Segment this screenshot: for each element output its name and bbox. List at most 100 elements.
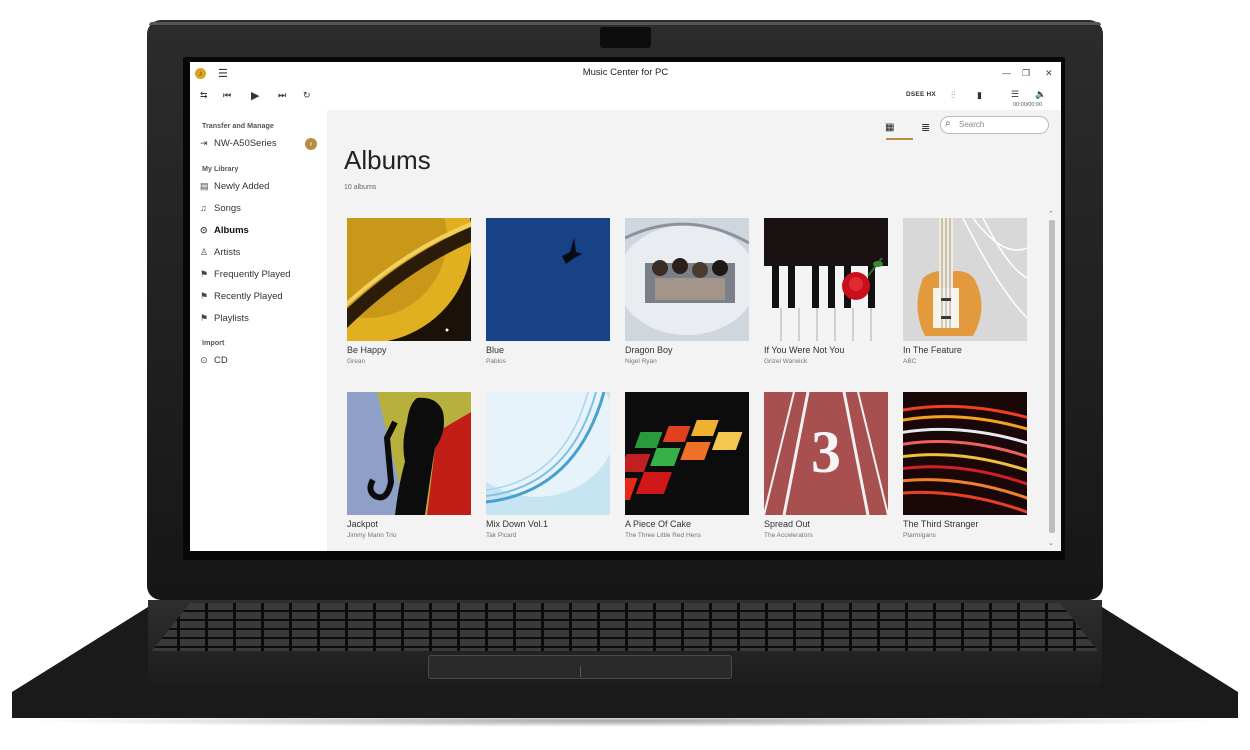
sidebar-item-label: Artists <box>214 247 241 258</box>
album-artist: Jimmy Mann Trio <box>347 532 397 539</box>
restore-icon[interactable]: ❐ <box>1022 68 1030 79</box>
album-card[interactable]: Mix Down Vol.1 Tak Picard <box>486 392 610 539</box>
sidebar-item-albums[interactable]: ⊙ Albums <box>200 225 249 239</box>
time-display: 00:00/00:00 <box>1013 102 1043 108</box>
sidebar-item-frequently-played[interactable]: ⚑ Frequently Played <box>200 269 291 283</box>
flag-icon: ⚑ <box>200 291 209 301</box>
album-icon: ⊙ <box>200 225 208 235</box>
album-art-bird[interactable] <box>486 218 610 341</box>
sidebar-item-recently-played[interactable]: ⚑ Recently Played <box>200 291 283 305</box>
lid-highlight <box>149 22 1101 25</box>
album-card[interactable]: Be Happy Grean <box>347 218 471 365</box>
sidebar-item-songs[interactable]: ♫ Songs <box>200 203 241 217</box>
app-window: ♪ ☰ Music Center for PC — ❐ ✕ ⇆ ⏮ ▶ ⏭ ↻ … <box>190 62 1061 551</box>
sidebar-item-cd[interactable]: ⊙ CD <box>200 355 228 369</box>
album-title: The Third Stranger <box>903 519 979 529</box>
device-icon[interactable]: ▮ <box>977 90 982 101</box>
search-input[interactable]: ⌕ Search <box>940 116 1049 134</box>
shuffle-icon[interactable]: ⇆ <box>200 90 208 101</box>
next-track-icon[interactable]: ⏭ <box>278 90 286 101</box>
touchpad-divider <box>580 666 581 677</box>
album-title: Blue <box>486 345 505 355</box>
laptop-keyboard <box>152 603 1098 651</box>
sidebar-item-label: Newly Added <box>214 181 270 192</box>
scroll-down-icon[interactable]: ⌄ <box>1048 539 1054 547</box>
sidebar-item-device[interactable]: ⇥ NW-A50Series <box>200 138 277 152</box>
person-icon: ♙ <box>200 247 209 257</box>
close-icon[interactable]: ✕ <box>1045 68 1053 79</box>
library-heading: My Library <box>202 164 239 173</box>
album-artist: Tak Picard <box>486 532 517 539</box>
album-art-piano[interactable] <box>764 218 888 341</box>
queue-list-icon[interactable]: ☰ <box>1011 89 1019 100</box>
album-art-light-streaks[interactable] <box>903 392 1027 515</box>
active-view-indicator <box>886 138 913 140</box>
sidebar-item-label: Frequently Played <box>214 269 291 280</box>
grid-view-icon[interactable]: ▦ <box>885 122 894 133</box>
device-name: NW-A50Series <box>214 138 277 149</box>
album-art-saturn[interactable] <box>347 218 471 341</box>
album-artist: Pablos <box>486 358 506 365</box>
previous-track-icon[interactable]: ⏮ <box>223 90 231 101</box>
album-card[interactable]: A Piece Of Cake The Three Little Red Hen… <box>625 392 749 539</box>
album-artist: Ptarmigans <box>903 532 936 539</box>
sidebar-item-label: Playlists <box>214 313 249 324</box>
transfer-heading: Transfer and Manage <box>202 121 274 130</box>
album-card[interactable]: If You Were Not You Grizel Warwick <box>764 218 888 365</box>
album-title: Dragon Boy <box>625 345 673 355</box>
album-artist: The Accelerators <box>764 532 813 539</box>
flag-icon: ⚑ <box>200 269 209 279</box>
window-title: Music Center for PC <box>582 67 669 78</box>
album-art-guitar[interactable] <box>903 218 1027 341</box>
album-art-group-photo[interactable] <box>625 218 749 341</box>
device-link-icon: ⇥ <box>200 138 208 148</box>
dsee-hx-button[interactable]: DSEE HX <box>906 91 936 98</box>
album-artist: ABC <box>903 358 917 365</box>
sidebar-item-playlists[interactable]: ⚑ Playlists <box>200 313 249 327</box>
list-view-icon[interactable]: ≣ <box>921 121 930 134</box>
sidebar-item-newly-added[interactable]: ▤ Newly Added <box>200 181 269 195</box>
webcam <box>600 27 651 48</box>
album-card[interactable]: The Third Stranger Ptarmigans <box>903 392 1027 539</box>
repeat-icon[interactable]: ↻ <box>303 90 311 101</box>
album-artist: Grizel Warwick <box>764 358 808 365</box>
svg-text:3: 3 <box>811 419 841 485</box>
equalizer-icon[interactable]: ⫶⫶ <box>951 90 956 101</box>
album-title: In The Feature <box>903 345 962 355</box>
play-icon[interactable]: ▶ <box>251 89 259 102</box>
album-card[interactable]: In The Feature ABC <box>903 218 1027 365</box>
album-art-blue-swirl[interactable] <box>486 392 610 515</box>
cd-icon: ⊙ <box>200 355 208 365</box>
album-title: A Piece Of Cake <box>625 519 692 529</box>
album-count: 10 albums <box>344 184 377 191</box>
album-artist: Nigel Ryan <box>625 358 657 365</box>
scroll-up-icon[interactable]: ⌃ <box>1048 210 1054 218</box>
sidebar-item-label: Songs <box>214 203 241 214</box>
album-title: If You Were Not You <box>764 345 845 355</box>
album-artist: Grean <box>347 358 366 365</box>
sidebar-item-artists[interactable]: ♙ Artists <box>200 247 240 261</box>
search-placeholder: Search <box>959 120 985 129</box>
album-title: Spread Out <box>764 519 811 529</box>
sidebar <box>190 110 327 551</box>
scrollbar-thumb[interactable] <box>1049 220 1055 533</box>
album-art-track-three[interactable]: 3 <box>764 392 888 515</box>
album-art-colored-tiles[interactable] <box>625 392 749 515</box>
import-heading: Import <box>202 338 225 347</box>
album-title: Jackpot <box>347 519 379 529</box>
flag-icon: ⚑ <box>200 313 209 323</box>
minimize-icon[interactable]: — <box>1002 68 1011 78</box>
album-card[interactable]: Blue Pablos <box>486 218 610 365</box>
volume-icon[interactable]: 🔈 <box>1035 89 1046 100</box>
title-bar: ♪ ☰ Music Center for PC — ❐ ✕ <box>190 62 1061 86</box>
sidebar-item-label: Recently Played <box>214 291 283 302</box>
device-arrow-icon[interactable]: › <box>305 138 317 150</box>
album-card[interactable]: 3 Spread Out The Accelerators <box>764 392 888 539</box>
search-icon: ⌕ <box>945 118 951 129</box>
album-artist: The Three Little Red Hens <box>625 532 702 539</box>
album-title: Mix Down Vol.1 <box>486 519 549 529</box>
album-card[interactable]: Dragon Boy Nigel Ryan <box>625 218 749 365</box>
sidebar-item-label: CD <box>214 355 228 366</box>
album-art-saxophone[interactable] <box>347 392 471 515</box>
album-card[interactable]: Jackpot Jimmy Mann Trio <box>347 392 471 539</box>
